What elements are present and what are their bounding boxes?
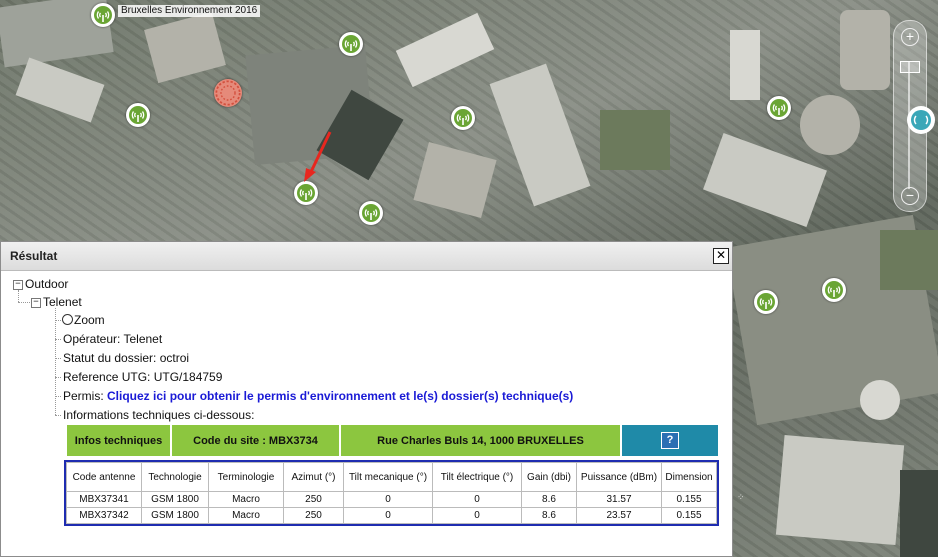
operator-field: Opérateur: Telenet <box>63 332 163 346</box>
table-cell: 0.155 <box>661 507 717 524</box>
tree-connector <box>55 396 61 397</box>
table-cell: GSM 1800 <box>141 507 209 524</box>
map-title: Bruxelles Environnement 2016 <box>118 5 261 17</box>
table-cell: Macro <box>208 491 284 508</box>
map-building <box>144 11 226 84</box>
zoom-out-button[interactable]: − <box>901 187 919 205</box>
zoom-slider-handle[interactable] <box>900 61 920 73</box>
collapse-toggle-icon[interactable]: − <box>13 279 23 290</box>
column-header: Terminologie <box>208 462 284 492</box>
zoom-in-button[interactable]: + <box>901 28 919 46</box>
tree-connector <box>55 377 61 378</box>
table-cell: 0 <box>432 491 522 508</box>
tree-node-label: Telenet <box>43 295 82 309</box>
map-park <box>600 110 670 170</box>
map-artifact: ⁘ <box>737 492 745 502</box>
antenna-icon[interactable] <box>126 103 150 127</box>
close-button[interactable]: ✕ <box>713 248 729 264</box>
tech-table: Code antenne Technologie Terminologie Az… <box>66 462 717 524</box>
antenna-icon[interactable] <box>91 3 115 27</box>
map-rotunda <box>860 380 900 420</box>
table-cell: 0 <box>343 491 433 508</box>
map-building <box>775 434 905 546</box>
antenna-icon[interactable] <box>754 290 778 314</box>
column-header: Puissance (dBm) <box>576 462 662 492</box>
map-building <box>413 141 497 219</box>
tree-connector <box>55 320 61 321</box>
antenna-cluster-icon[interactable] <box>214 79 242 107</box>
table-cell: 0.155 <box>661 491 717 508</box>
zoom-link[interactable]: Zoom <box>62 313 105 327</box>
permis-label: Permis: <box>63 389 104 403</box>
antenna-icon[interactable] <box>767 96 791 120</box>
map-park <box>880 230 938 290</box>
table-cell: 0 <box>432 507 522 524</box>
map-building <box>730 30 760 100</box>
antenna-icon[interactable] <box>822 278 846 302</box>
column-header: Tilt électrique (°) <box>432 462 522 492</box>
permis-field: Permis: Cliquez ici pour obtenir le perm… <box>63 389 573 403</box>
zoom-link-label: Zoom <box>74 313 105 327</box>
map-building <box>703 132 827 228</box>
panel-header: Résultat ✕ <box>1 242 732 271</box>
antenna-icon[interactable] <box>451 106 475 130</box>
table-cell: Macro <box>208 507 284 524</box>
table-cell: 250 <box>283 491 344 508</box>
antenna-icon[interactable] <box>359 201 383 225</box>
collapse-toggle-icon[interactable]: − <box>31 297 41 308</box>
column-header: Dimension <box>661 462 717 492</box>
help-cell: ? <box>621 424 719 457</box>
magnifier-icon <box>62 314 73 325</box>
tree-connector <box>18 302 30 303</box>
tree-connector <box>55 358 61 359</box>
table-cell: 0 <box>343 507 433 524</box>
table-row: MBX37341 GSM 1800 Macro 250 0 0 8.6 31.5… <box>66 491 717 508</box>
column-header: Gain (dbi) <box>521 462 577 492</box>
map-building <box>489 63 591 207</box>
table-cell: 8.6 <box>521 491 577 508</box>
column-header: Azimut (°) <box>283 462 344 492</box>
tree-connector <box>55 415 61 416</box>
site-address-cell: Rue Charles Buls 14, 1000 BRUXELLES <box>340 424 621 457</box>
site-info-bar: Infos techniques Code du site : MBX3734 … <box>66 424 719 457</box>
site-code-cell: Code du site : MBX3734 <box>171 424 340 457</box>
table-row: MBX37342 GSM 1800 Macro 250 0 0 8.6 23.5… <box>66 507 717 524</box>
tree-connector <box>55 308 56 415</box>
tech-table-container: Code antenne Technologie Terminologie Az… <box>64 460 719 526</box>
table-cell: GSM 1800 <box>141 491 209 508</box>
reference-field: Reference UTG: UTG/184759 <box>63 370 223 384</box>
column-header: Tilt mecanique (°) <box>343 462 433 492</box>
tree-connector <box>55 339 61 340</box>
status-field: Statut du dossier: octroi <box>63 351 190 365</box>
map-rotunda <box>800 95 860 155</box>
panel-title: Résultat <box>10 249 58 263</box>
tree-node-outdoor[interactable]: − Outdoor <box>13 277 68 291</box>
antenna-icon[interactable] <box>907 106 935 134</box>
infos-techniques-cell: Infos techniques <box>66 424 171 457</box>
red-arrow-annotation <box>304 131 332 182</box>
table-cell: 8.6 <box>521 507 577 524</box>
tree-node-label: Outdoor <box>25 277 69 291</box>
table-cell: 23.57 <box>576 507 662 524</box>
tree-connector <box>18 290 19 302</box>
table-cell: 31.57 <box>576 491 662 508</box>
info-tech-heading: Informations techniques ci-dessous: <box>63 408 255 422</box>
column-header: Technologie <box>141 462 209 492</box>
map-building <box>840 10 890 90</box>
column-header: Code antenne <box>66 462 142 492</box>
map-building <box>15 57 105 123</box>
table-cell: MBX37341 <box>66 491 142 508</box>
map-building <box>395 12 495 88</box>
table-cell: 250 <box>283 507 344 524</box>
antenna-icon[interactable] <box>339 32 363 56</box>
permis-link[interactable]: Cliquez ici pour obtenir le permis d'env… <box>107 389 573 403</box>
table-cell: MBX37342 <box>66 507 142 524</box>
table-header-row: Code antenne Technologie Terminologie Az… <box>66 462 717 492</box>
map-building <box>900 470 938 557</box>
help-icon[interactable]: ? <box>661 432 679 449</box>
tree-node-telenet[interactable]: − Telenet <box>31 295 82 309</box>
